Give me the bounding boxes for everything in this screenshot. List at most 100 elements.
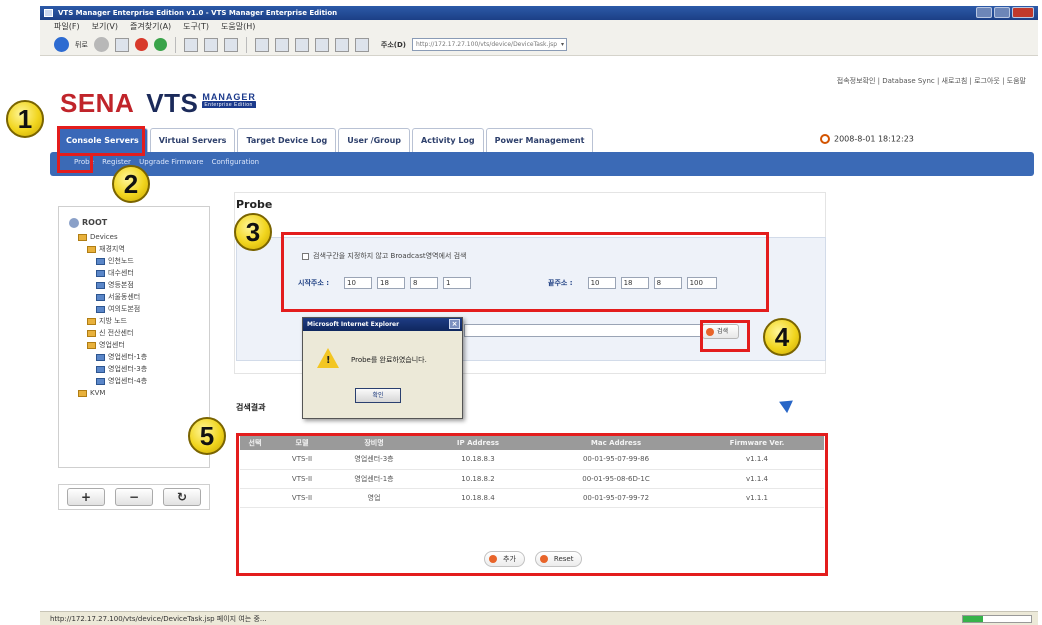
highlight-console-servers xyxy=(57,126,145,156)
dialog-ok-button[interactable]: 확인 xyxy=(355,388,401,403)
tree-item[interactable]: 영업센터 xyxy=(69,339,209,351)
subnav-configuration[interactable]: Configuration xyxy=(212,158,259,166)
favorites-icon[interactable] xyxy=(203,37,218,52)
tree-item[interactable]: 여의도본점 xyxy=(69,303,209,315)
tree-item[interactable]: 신 전산센터 xyxy=(69,327,209,339)
menu-file[interactable]: 파일(F) xyxy=(54,20,80,34)
add-node-button[interactable]: + xyxy=(67,488,105,506)
root-icon xyxy=(69,217,79,228)
discuss-icon[interactable] xyxy=(334,37,349,52)
address-bar[interactable]: http://172.17.27.100/vts/device/DeviceTa… xyxy=(411,38,567,51)
media-icon[interactable] xyxy=(223,37,238,52)
tree-root[interactable]: ROOT xyxy=(69,217,209,229)
datetime-text: 2008-8-01 18:12:23 xyxy=(834,134,914,144)
tree-item[interactable]: 영업센터-1층 xyxy=(69,351,209,363)
menu-help[interactable]: 도움말(H) xyxy=(221,20,255,34)
logo-edition-text: Enterprise Edition xyxy=(202,102,256,108)
tree-root-label: ROOT xyxy=(82,218,108,227)
datetime-display: 2008-8-01 18:12:23 xyxy=(820,134,914,144)
tree-item[interactable]: 지방 노드 xyxy=(69,315,209,327)
remove-node-button[interactable]: − xyxy=(115,488,153,506)
callout-badge-3: 3 xyxy=(234,213,272,251)
logo-manager-text: MANAGER xyxy=(202,92,256,102)
tree-item[interactable]: 영업센터-3층 xyxy=(69,363,209,375)
menu-tools[interactable]: 도구(T) xyxy=(183,20,209,34)
refresh-tree-button[interactable]: ↻ xyxy=(163,488,201,506)
back-icon[interactable] xyxy=(54,37,69,52)
tree-item[interactable]: 영등본점 xyxy=(69,279,209,291)
print-icon[interactable] xyxy=(294,37,309,52)
device-icon xyxy=(96,293,105,301)
close-window-button[interactable] xyxy=(1012,7,1034,18)
search-icon[interactable] xyxy=(183,37,198,52)
tab-user-group[interactable]: User /Group xyxy=(338,128,411,152)
tree-item-label: 여의도본점 xyxy=(108,305,141,313)
load-progress-fill xyxy=(963,616,984,622)
folder-icon xyxy=(87,341,96,349)
forward-icon[interactable] xyxy=(93,37,109,52)
maximize-button[interactable] xyxy=(994,7,1010,18)
callout-badge-5: 5 xyxy=(188,417,226,455)
highlight-search-button xyxy=(700,320,750,352)
mail-icon[interactable] xyxy=(274,37,289,52)
stop-icon[interactable] xyxy=(134,38,148,51)
folder-icon xyxy=(78,233,87,241)
tree-item-label: 영업센터-1층 xyxy=(108,353,148,361)
folder-icon xyxy=(87,245,96,253)
top-links[interactable]: 접속정보확인 | Database Sync | 새로고침 | 로그아웃 | 도… xyxy=(837,76,1026,86)
tree-item-label: 대수센터 xyxy=(108,269,134,277)
tab-power-management[interactable]: Power Management xyxy=(485,128,594,152)
app-icon xyxy=(44,9,53,17)
tree-item-label: 영등본점 xyxy=(108,281,134,289)
tab-activity-log[interactable]: Activity Log xyxy=(412,128,484,152)
callout-badge-2: 2 xyxy=(112,165,150,203)
tree-actions: + − ↻ xyxy=(58,484,210,510)
back-label[interactable]: 뒤로 xyxy=(75,40,88,50)
tree-item-label: 인천노드 xyxy=(108,257,134,265)
folder-icon xyxy=(87,317,96,325)
mouse-cursor-icon xyxy=(779,394,797,414)
alert-dialog: Microsoft Internet Explorer × ! Probe를 완료… xyxy=(302,317,463,419)
dialog-title: Microsoft Internet Explorer xyxy=(307,321,400,328)
logo-vts: VTS xyxy=(146,88,199,118)
tree-item-label: 서울동센터 xyxy=(108,293,141,301)
logo-manager: MANAGER Enterprise Edition xyxy=(202,92,256,108)
window-titlebar: VTS Manager Enterprise Edition v1.0 - VT… xyxy=(40,6,1038,20)
toolbar-separator xyxy=(174,36,176,53)
tree-item-label: KVM xyxy=(90,389,106,397)
tree-item[interactable]: 서울동센터 xyxy=(69,291,209,303)
clock-icon xyxy=(820,134,830,144)
probe-progress-field xyxy=(464,324,707,337)
tree-item[interactable]: 인천노드 xyxy=(69,255,209,267)
tree-item[interactable]: 영업센터-4층 xyxy=(69,375,209,387)
tree-item-label: 지방 노드 xyxy=(99,317,127,325)
tree-item[interactable]: 대수센터 xyxy=(69,267,209,279)
messenger-icon[interactable] xyxy=(354,37,369,52)
minimize-button[interactable] xyxy=(976,7,992,18)
sena-vts-logo: SENA VTS MANAGER Enterprise Edition xyxy=(60,88,256,119)
menu-favorites[interactable]: 즐겨찾기(A) xyxy=(130,20,171,34)
tree-item[interactable]: 재경지역 xyxy=(69,243,209,255)
tree-item[interactable]: Devices xyxy=(69,231,209,243)
device-icon xyxy=(96,257,105,265)
dialog-close-button[interactable]: × xyxy=(449,319,460,329)
tree-item-label: Devices xyxy=(90,233,118,241)
highlight-probe xyxy=(57,153,93,173)
tree-item-label: 신 전산센터 xyxy=(99,329,134,337)
edit-icon[interactable] xyxy=(314,37,329,52)
menu-view[interactable]: 보기(V) xyxy=(92,20,118,34)
folder-icon xyxy=(87,329,96,337)
window-controls xyxy=(976,7,1034,18)
history-icon[interactable] xyxy=(254,37,269,52)
status-text: http://172.17.27.100/vts/device/DeviceTa… xyxy=(50,615,267,623)
tab-virtual-servers[interactable]: Virtual Servers xyxy=(149,128,236,152)
callout-badge-4: 4 xyxy=(763,318,801,356)
tree-item[interactable]: KVM xyxy=(69,387,209,399)
callout-badge-1: 1 xyxy=(6,100,44,138)
address-label: 주소(D) xyxy=(380,40,406,49)
subnav-upgrade-firmware[interactable]: Upgrade Firmware xyxy=(139,158,203,166)
refresh-icon[interactable] xyxy=(153,38,167,51)
page-icon[interactable] xyxy=(114,37,129,52)
tree-item-label: 영업센터-4층 xyxy=(108,377,148,385)
tab-target-device-log[interactable]: Target Device Log xyxy=(237,128,337,152)
